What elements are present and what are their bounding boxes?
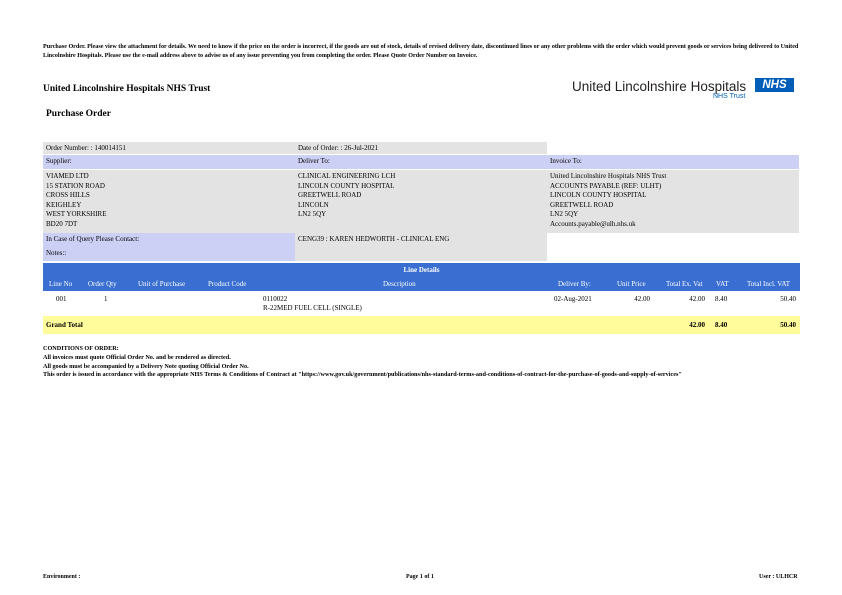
conditions-title: CONDITIONS OF ORDER:	[43, 345, 119, 352]
grand-total-label: Grand Total	[46, 321, 83, 329]
order-qty: 1	[104, 295, 108, 303]
condition-line: All invoices must quote Official Order N…	[43, 353, 231, 361]
address-line: 15 STATION ROAD	[46, 181, 105, 190]
column-header: Total Incl. VAT	[747, 280, 790, 288]
column-header: Product Code	[208, 280, 247, 288]
address-line: ACCOUNTS PAYABLE (REF: ULHT)	[550, 181, 662, 190]
footer-page-number: Page 1 of 1	[406, 574, 434, 580]
query-contact: CENG39 : KAREN HEDWORTH - CLINICAL ENG	[295, 233, 547, 261]
total-incl-vat: 50.40	[780, 295, 796, 303]
invoice-to-address: United Lincolnshire Hospitals NHS Trust …	[547, 170, 799, 233]
condition-line: This order is issued in accordance with …	[43, 371, 682, 379]
unit-price: 42.00	[634, 295, 650, 303]
condition-line: All goods must be accompanied by a Deliv…	[43, 362, 249, 370]
document-title: Purchase Order	[46, 109, 111, 119]
logo-name: United Lincolnshire Hospitals	[572, 79, 747, 94]
table-row: 001 1 0110022 R-22MED FUEL CELL (SINGLE)…	[43, 291, 800, 315]
footer-user: User : ULHCR	[759, 574, 798, 580]
address-line: LN2 5QY	[298, 210, 327, 219]
grand-total-ex-vat: 42.00	[689, 321, 705, 329]
address-line: CROSS HILLS	[46, 191, 90, 200]
column-header: Deliver By:	[558, 280, 591, 288]
column-header: Description	[383, 280, 416, 288]
date-of-order: Date of Order: : 26-Jul-2021	[295, 142, 547, 154]
description-code: 0110022	[263, 295, 288, 303]
line-details-title: Line Details	[403, 266, 440, 274]
total-ex-vat: 42.00	[689, 295, 705, 303]
query-label: In Case of Query Please Contact:	[43, 233, 295, 247]
address-line: KEIGHLEY	[46, 200, 82, 209]
address-line: VIAMED LTD	[46, 172, 89, 180]
column-header: VAT	[716, 280, 729, 288]
address-line: LN2 5QY	[550, 210, 579, 219]
address-line: GREETWELL ROAD	[550, 200, 614, 209]
grand-total-vat: 8.40	[715, 321, 728, 329]
supplier-address: VIAMED LTD 15 STATION ROAD CROSS HILLS K…	[43, 170, 295, 233]
address-line: WEST YORKSHIRE	[46, 210, 107, 219]
logo-trust-label: NHS Trust	[713, 93, 746, 100]
deliver-to-label: Deliver To:	[295, 155, 547, 169]
deliver-by: 02-Aug-2021	[554, 295, 592, 303]
order-number: Order Number: : 140014151	[43, 142, 295, 154]
address-line: United Lincolnshire Hospitals NHS Trust	[550, 172, 667, 180]
address-line: CLINICAL ENGINEERING LCH	[298, 172, 396, 180]
invoice-email: Accounts.payable@ulh.nhs.uk	[550, 219, 636, 228]
notes-label: Notes::	[43, 247, 295, 261]
column-header: Order Qty	[88, 280, 117, 288]
description-text: R-22MED FUEL CELL (SINGLE)	[263, 304, 362, 312]
column-header: Unit of Purchase	[138, 280, 186, 288]
address-line: LINCOLN	[298, 200, 329, 209]
column-header: Unit Price	[617, 280, 646, 288]
address-line: GREETWELL ROAD	[298, 191, 362, 200]
organisation-name: United Lincolnshire Hospitals NHS Trust	[43, 84, 211, 94]
line-no: 001	[56, 295, 67, 303]
grand-total-incl-vat: 50.40	[780, 321, 796, 329]
address-line: BD20 7DT	[46, 219, 78, 228]
vat: 8.40	[715, 295, 728, 303]
deliver-to-address: CLINICAL ENGINEERING LCH LINCOLN COUNTY …	[295, 170, 547, 233]
address-line: LINCOLN COUNTY HOSPITAL	[298, 181, 395, 190]
nhs-trust-logo: United Lincolnshire Hospitals NHS NHS Tr…	[572, 77, 798, 103]
conditions-of-order: CONDITIONS OF ORDER: All invoices must q…	[43, 345, 803, 380]
invoice-to-label: Invoice To:	[547, 155, 799, 169]
nhs-mark-icon: NHS	[755, 78, 794, 92]
footer-environment: Environment :	[43, 574, 81, 580]
grand-total-row: Grand Total 42.00 8.40 50.40	[43, 316, 800, 334]
line-details-header: Line Details Line No Order Qty Unit of P…	[43, 263, 800, 291]
column-header: Line No	[49, 280, 73, 288]
address-line: LINCOLN COUNTY HOSPITAL	[550, 191, 647, 200]
order-notice: Purchase Order. Please view the attachme…	[43, 44, 799, 59]
supplier-label: Supplier:	[43, 155, 295, 169]
column-header: Total Ex. Vat	[666, 280, 703, 288]
